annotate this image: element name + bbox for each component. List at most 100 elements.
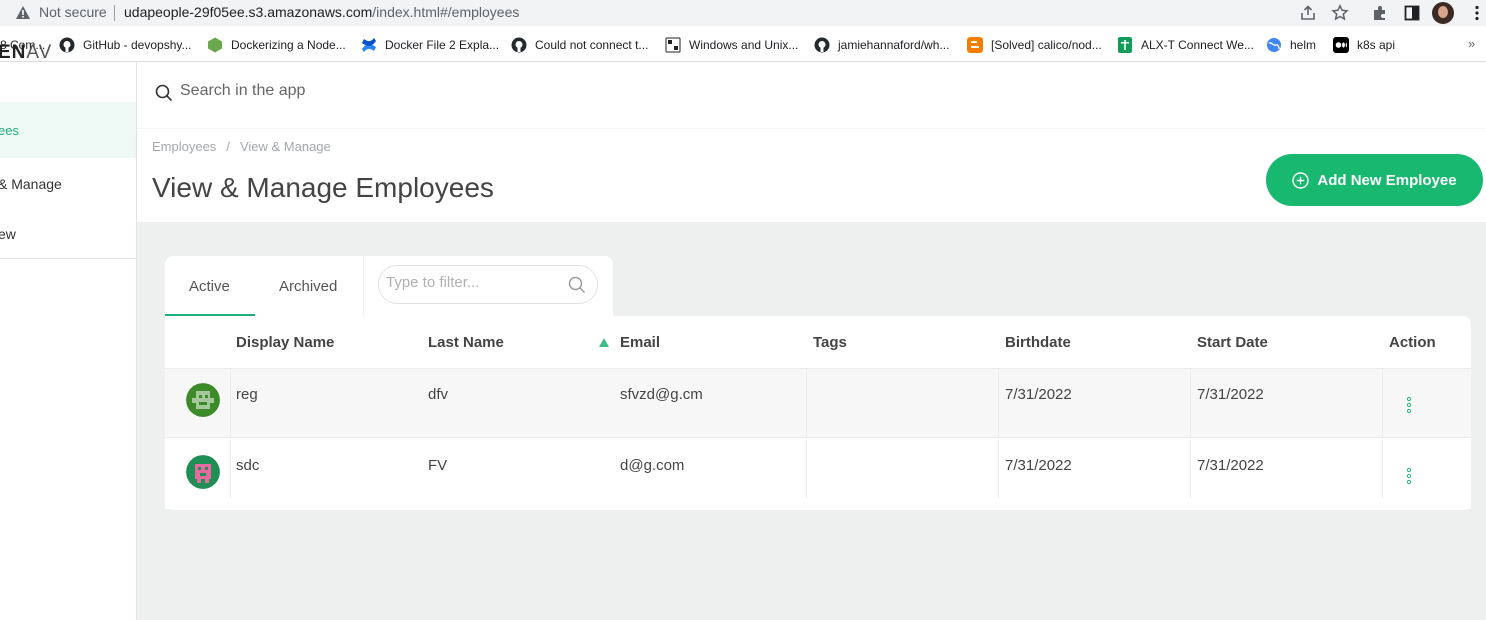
bookmark-item[interactable]: Windows and Unix...	[665, 36, 798, 54]
github-icon	[814, 37, 830, 53]
column-header-start-date[interactable]: Start Date	[1197, 334, 1268, 351]
cell-email: d@g.com	[620, 457, 685, 474]
bookmark-item[interactable]: k8s api	[1333, 36, 1395, 54]
add-button-label: Add New Employee	[1317, 171, 1457, 189]
cell-divider	[1382, 440, 1383, 498]
confluence-icon	[362, 38, 376, 52]
cell-divider	[1190, 440, 1191, 498]
menu-kebab-icon[interactable]	[1468, 4, 1486, 22]
bookmark-label: Windows and Unix...	[689, 38, 799, 52]
cell-display-name: reg	[236, 386, 258, 403]
cell-email: sfvzd@g.cm	[620, 386, 703, 403]
bookmark-label: Docker File 2 Expla...	[385, 38, 500, 52]
nodejs-icon	[208, 37, 222, 53]
search-icon[interactable]	[568, 276, 586, 294]
github-icon	[59, 37, 75, 53]
breadcrumb-current: View & Manage	[239, 139, 331, 154]
plus-circle-icon	[1292, 171, 1310, 189]
cell-divider	[230, 440, 231, 498]
table-row[interactable]	[165, 439, 1471, 509]
sidebar-item-new[interactable]: ew	[0, 226, 16, 242]
logo-bold-text: EN	[0, 42, 27, 63]
sidebar-item-employees[interactable]	[0, 102, 136, 158]
bookmark-label: [Solved] calico/nod...	[991, 38, 1102, 52]
tab-archived[interactable]: Archived	[279, 278, 337, 295]
sidebar-item-employees-label: ees	[0, 123, 19, 138]
search-icon[interactable]	[155, 84, 173, 102]
cell-divider	[1190, 369, 1191, 438]
bookmarks-bar: 8 Com... GitHub - devopshy... Dockerizin…	[0, 28, 1486, 60]
side-panel-icon[interactable]	[1403, 4, 1421, 22]
cell-birthdate: 7/31/2022	[1005, 457, 1072, 474]
cell-last-name: dfv	[428, 386, 449, 403]
tab-active[interactable]: Active	[189, 278, 230, 295]
profile-avatar[interactable]	[1432, 2, 1454, 24]
column-header-email[interactable]: Email	[620, 334, 660, 351]
avatar	[186, 455, 220, 489]
add-new-employee-button[interactable]: Add New Employee	[1266, 154, 1483, 206]
warning-icon[interactable]	[15, 5, 31, 20]
globe-icon	[1267, 38, 1281, 52]
url-path: /index.html#/employees	[372, 4, 520, 20]
column-header-birthdate[interactable]: Birthdate	[1005, 334, 1071, 351]
column-header-display-name[interactable]: Display Name	[236, 334, 334, 351]
more-bookmarks-icon[interactable]: »	[1468, 36, 1475, 51]
bookmark-label: ALX-T Connect We...	[1141, 38, 1254, 52]
bookmark-item[interactable]: Could not connect t...	[511, 36, 648, 54]
breadcrumb: Employees / View & Manage	[152, 139, 331, 154]
bookmark-item[interactable]: ALX-T Connect We...	[1117, 36, 1254, 54]
url-text[interactable]: udapeople-29f05ee.s3.amazonaws.com/index…	[124, 4, 519, 20]
security-label[interactable]: Not secure	[39, 4, 107, 20]
page-title: View & Manage Employees	[152, 172, 494, 203]
cell-start-date: 7/31/2022	[1197, 457, 1264, 474]
bookmark-label: Dockerizing a Node...	[231, 38, 346, 52]
column-header-tags[interactable]: Tags	[813, 334, 847, 351]
cell-start-date: 7/31/2022	[1197, 386, 1264, 403]
row-actions-kebab-icon[interactable]	[1406, 396, 1412, 414]
search-input[interactable]: Search in the app	[180, 82, 305, 100]
sort-ascending-icon[interactable]	[599, 338, 609, 347]
table-row[interactable]	[165, 368, 1471, 438]
app-logo[interactable]: ENAV	[0, 42, 52, 64]
bookmark-label: helm	[1290, 38, 1317, 52]
cell-divider	[1382, 369, 1383, 438]
cell-birthdate: 7/31/2022	[1005, 386, 1072, 403]
extensions-icon[interactable]	[1371, 4, 1389, 22]
github-icon	[511, 37, 527, 53]
column-header-action: Action	[1389, 334, 1436, 351]
bookmark-item[interactable]: jamiehannaford/wh...	[814, 36, 949, 54]
cell-last-name: FV	[428, 457, 448, 474]
cell-divider	[806, 369, 807, 438]
blogger-icon	[967, 37, 983, 53]
share-icon[interactable]	[1299, 4, 1317, 22]
row-actions-kebab-icon[interactable]	[1406, 467, 1412, 485]
bookmark-label: Could not connect t...	[535, 38, 649, 52]
bookmark-item[interactable]: Dockerizing a Node...	[207, 36, 346, 54]
sidebar-item-view-manage[interactable]: & Manage	[0, 176, 62, 192]
avatar	[186, 383, 220, 417]
bookmark-label: GitHub - devopshy...	[83, 38, 192, 52]
bookmark-label: k8s api	[1357, 38, 1396, 52]
browser-address-bar: Not secure udapeople-29f05ee.s3.amazonaw…	[0, 0, 1486, 26]
bookmark-item[interactable]: Docker File 2 Expla...	[361, 36, 499, 54]
bookmark-item[interactable]: helm	[1266, 36, 1316, 54]
app-topbar	[137, 62, 1486, 128]
breadcrumb-employees[interactable]: Employees	[152, 139, 216, 154]
star-icon[interactable]	[1331, 4, 1349, 22]
tab-divider	[363, 256, 364, 316]
bookmark-item[interactable]: [Solved] calico/nod...	[967, 36, 1102, 54]
cell-display-name: sdc	[236, 457, 260, 474]
cell-divider	[998, 440, 999, 498]
logo-thin-text: AV	[26, 42, 53, 63]
cell-divider	[230, 369, 231, 438]
breadcrumb-separator: /	[226, 139, 230, 154]
site-icon	[665, 37, 681, 53]
column-header-last-name[interactable]: Last Name	[428, 334, 504, 351]
sheets-icon	[1118, 37, 1132, 53]
address-divider	[114, 5, 115, 21]
filter-input[interactable]: Type to filter...	[386, 274, 479, 291]
url-host: udapeople-29f05ee.s3.amazonaws.com	[124, 4, 373, 20]
bookmark-item[interactable]: GitHub - devopshy...	[59, 36, 192, 54]
bookmark-label: jamiehannaford/wh...	[838, 38, 950, 52]
cell-divider	[998, 369, 999, 438]
